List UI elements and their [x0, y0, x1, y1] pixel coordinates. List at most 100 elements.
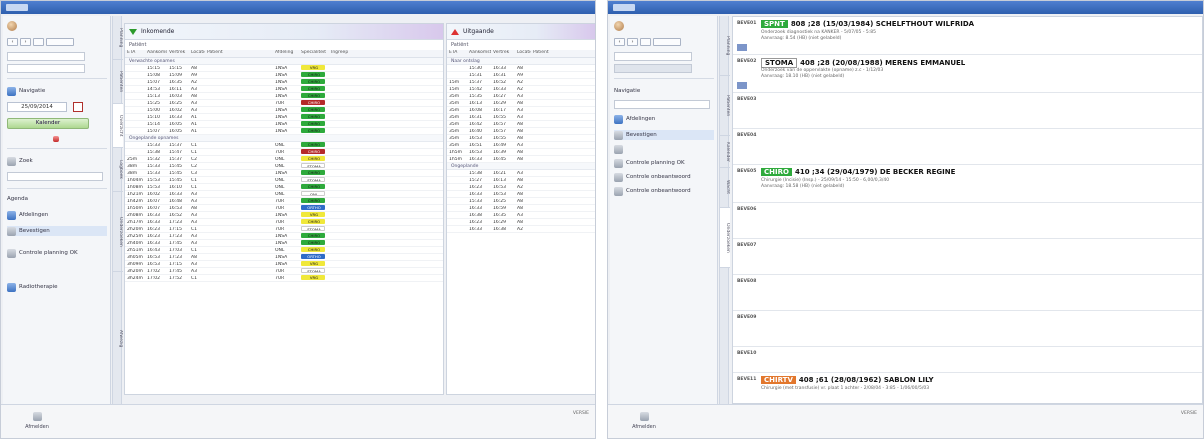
column-header[interactable]: Aankomst: [145, 50, 167, 57]
table-row[interactable]: 35m 16:13 16:29 A8: [447, 100, 595, 107]
vtab-wacht[interactable]: Wacht: [720, 168, 730, 208]
table-row[interactable]: 15m 15:42 16:33 A2: [447, 86, 595, 93]
table-row[interactable]: 1h42m 16:07 16:48 A3 7UR CHIRO: [125, 197, 443, 205]
table-row[interactable]: 15:33 16:25 A8: [447, 198, 595, 205]
vtab-onderzoeken[interactable]: Onderzoeken: [720, 208, 730, 268]
user-menu[interactable]: [7, 20, 17, 32]
group-header[interactable]: Ongeplande opnames: [125, 135, 443, 142]
schedule-slot[interactable]: BEVE04: [733, 129, 1202, 165]
departures-toolbar[interactable]: Patiënt: [447, 40, 595, 50]
column-header[interactable]: Vertrek: [167, 50, 189, 57]
section-agenda[interactable]: Agenda: [7, 194, 28, 204]
table-row[interactable]: 15:07 16:35 A2 1NSA CHIRO: [125, 78, 443, 86]
calendar-button-large[interactable]: Kalender: [7, 118, 89, 129]
patient-line[interactable]: CHIRTV 408 ;61 (28/08/1962) SABLON LILY: [761, 376, 934, 384]
schedule-slot[interactable]: BEVE01 SPNT 808 ;28 (15/03/1984) SCHELFTHO…: [733, 17, 1202, 55]
vtab-onderzoeken[interactable]: Onderzoeken: [113, 192, 123, 272]
schedule-slot[interactable]: BEVE11 CHIRTV 408 ;61 (28/08/1962) SABLON …: [733, 373, 1202, 403]
column-header[interactable]: Specialiteit: [299, 50, 329, 57]
schedule-slot[interactable]: BEVE02 STOMA 408 ;28 (20/08/1988) MERENS E…: [733, 55, 1202, 93]
table-row[interactable]: 1h5m 16:53 16:39 A8: [447, 149, 595, 156]
sidebar-item-radiotherapie[interactable]: Radiotherapie: [7, 282, 58, 292]
table-row[interactable]: 16:23 16:29 A8: [447, 219, 595, 226]
table-row[interactable]: 15:07 16:05 A1 1NSA CHIRO: [125, 127, 443, 135]
table-row[interactable]: 15:27 16:13 A8: [447, 177, 595, 184]
group-header[interactable]: Naar ontslag: [447, 58, 595, 65]
table-row[interactable]: 1h21m 16:02 16:33 A3 ONL ONL: [125, 190, 443, 198]
schedule-slot[interactable]: BEVE05 CHIRO 410 ;34 (29/04/1979) DE BECKE…: [733, 165, 1202, 203]
table-row[interactable]: 3h20m 17:02 17:45 A3 7UR STOMA: [125, 267, 443, 275]
table-row[interactable]: 16:33 16:59 A8: [447, 205, 595, 212]
table-row[interactable]: 2h08m 16:33 16:52 A3 1NSA VRG: [125, 211, 443, 219]
schedule-slot[interactable]: BEVE09: [733, 311, 1202, 347]
table-row[interactable]: 35m 16:42 16:57 A8: [447, 121, 595, 128]
nav-input[interactable]: [614, 100, 710, 109]
next-button[interactable]: ›: [20, 38, 31, 46]
table-row[interactable]: 15:31 16:31 A9: [447, 72, 595, 79]
prev-button[interactable]: ‹: [7, 38, 18, 46]
column-header[interactable]: Locatie: [189, 50, 205, 57]
view-button[interactable]: [653, 38, 681, 46]
table-row[interactable]: 35m 16:08 16:17 A3: [447, 107, 595, 114]
table-row[interactable]: 2h40m 16:33 17:45 A3 1NSA CHIRO: [125, 239, 443, 247]
schedule-slot[interactable]: BEVE08: [733, 275, 1202, 311]
patient-line[interactable]: STOMA 408 ;28 (20/08/1988) MERENS EMMANUE…: [761, 58, 965, 68]
table-row[interactable]: 15:14 16:05 A1 1NSA CHIRO: [125, 120, 443, 128]
patient-line[interactable]: SPNT 808 ;28 (15/03/1984) SCHELFTHOUT WIL…: [761, 20, 974, 28]
table-row[interactable]: 14:53 16:11 A3 1NSA CHIRO: [125, 85, 443, 93]
column-header[interactable]: Aankomst: [467, 50, 491, 57]
vtab-logboek[interactable]: Logboek: [113, 148, 123, 192]
table-row[interactable]: 16:33 16:53 A8: [447, 191, 595, 198]
table-row[interactable]: 15:30 16:33 A8: [447, 65, 595, 72]
filter-field-1[interactable]: [7, 52, 85, 61]
logout-button[interactable]: Afmelden: [628, 411, 660, 433]
column-header[interactable]: Patiënt: [531, 50, 591, 57]
table-row[interactable]: 16:33 16:38 A2: [447, 226, 595, 233]
filter-field-2[interactable]: [7, 64, 85, 73]
table-row[interactable]: 35m 15:35 16:27 A3: [447, 93, 595, 100]
vtab-overzicht[interactable]: Overzicht: [113, 104, 123, 148]
table-row[interactable]: 35m 16:53 16:55 A8: [447, 135, 595, 142]
column-header[interactable]: Locatie: [515, 50, 531, 57]
section-navigatie[interactable]: Navigatie: [614, 86, 640, 96]
table-row[interactable]: 15:15 15:15 A8 1NSA VRG: [125, 64, 443, 72]
column-header[interactable]: ETA: [447, 50, 467, 57]
table-row[interactable]: 15m 15:37 16:52 A2: [447, 79, 595, 86]
today-button[interactable]: [53, 134, 59, 144]
table-row[interactable]: 35m 16:51 16:49 A3: [447, 142, 595, 149]
filter-field-1[interactable]: [614, 52, 692, 61]
sidebar-item-controle[interactable]: Controle planning OK: [7, 248, 78, 258]
table-row[interactable]: 15:25 16:25 A3 7UR CHIRO: [125, 99, 443, 107]
table-row[interactable]: 35m 16:31 16:55 A3: [447, 114, 595, 121]
schedule-slot[interactable]: BEVE07: [733, 239, 1202, 275]
schedule-slot[interactable]: BEVE10: [733, 347, 1202, 373]
table-row[interactable]: 2h17m 16:33 17:23 A3 7UR CHIRO: [125, 218, 443, 226]
table-row[interactable]: 3h09m 16:53 17:15 A3 1NSA VRG: [125, 260, 443, 268]
table-row[interactable]: 2h25m 16:23 17:23 A3 1NSA CHIRO: [125, 232, 443, 240]
table-row[interactable]: 35m 16:40 16:57 A8: [447, 128, 595, 135]
table-row[interactable]: 38m 15:33 15:45 C3 1NSA CHIRO: [125, 169, 443, 177]
filter-field-2[interactable]: [614, 64, 692, 73]
table-row[interactable]: 38m 15:33 15:45 C2 ONL STOMA: [125, 162, 443, 170]
table-row[interactable]: 16:38 16:35 A3: [447, 212, 595, 219]
vtab-patienten[interactable]: Patiënten: [113, 60, 123, 104]
vtab-planning[interactable]: Planning: [113, 16, 123, 60]
table-row[interactable]: 15:33 15:37 C1 ONL CHIRO: [125, 141, 443, 149]
section-agenda[interactable]: Afdelingen: [614, 114, 655, 124]
prev-button[interactable]: ‹: [614, 38, 625, 46]
column-header[interactable]: Afdeling: [273, 50, 299, 57]
table-row[interactable]: 15:38 16:21 A3: [447, 170, 595, 177]
column-header[interactable]: Ingreep: [329, 50, 379, 57]
vtab-planning[interactable]: Planning: [720, 16, 730, 76]
sidebar-item-onbeantwoord-1[interactable]: Controle onbeantwoord: [614, 172, 691, 182]
calendar-button[interactable]: [640, 38, 651, 46]
table-row[interactable]: 3h05m 16:53 17:23 A8 1NSA ORTHO: [125, 253, 443, 261]
calendar-button[interactable]: [33, 38, 44, 46]
sidebar-item-controle[interactable]: Controle planning OK: [614, 158, 685, 168]
table-row[interactable]: 15:00 16:02 A3 1NSA CHIRO: [125, 106, 443, 114]
view-button[interactable]: [46, 38, 74, 46]
table-row[interactable]: 1h5m 16:33 16:45 A8: [447, 156, 595, 163]
section-navigatie[interactable]: Navigatie: [7, 86, 45, 96]
vtab-kalender[interactable]: Kalender: [720, 136, 730, 168]
sidebar-item-afwezig[interactable]: [614, 144, 623, 154]
